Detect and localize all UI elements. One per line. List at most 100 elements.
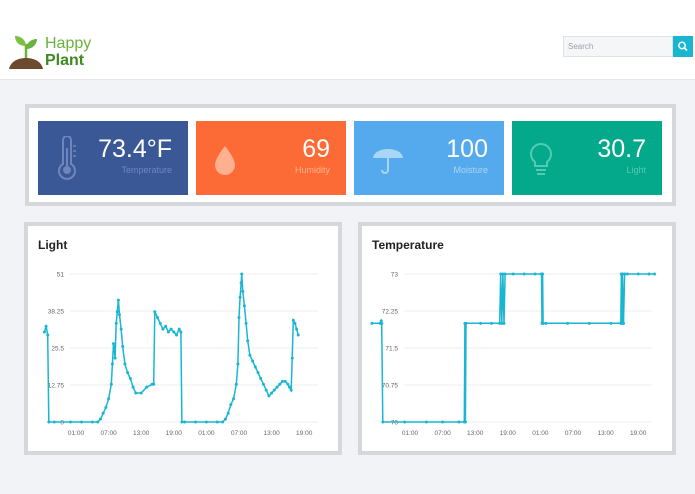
data-point	[622, 321, 626, 325]
data-point	[126, 371, 130, 375]
data-point	[215, 420, 219, 424]
data-point	[240, 272, 244, 276]
data-point	[98, 417, 102, 421]
x-tick-label: 19:00	[500, 430, 517, 437]
data-point	[134, 391, 138, 395]
x-tick-label: 19:00	[166, 430, 183, 437]
y-tick-label: 73	[391, 271, 399, 278]
data-point	[237, 316, 241, 320]
droplet-icon	[215, 146, 235, 175]
data-point	[104, 405, 108, 409]
data-point	[221, 420, 225, 424]
data-point	[52, 420, 56, 424]
data-point	[636, 272, 640, 276]
x-tick-label: 13:00	[133, 430, 150, 437]
y-tick-label: 72.25	[382, 308, 399, 315]
data-point	[145, 385, 149, 389]
data-point	[289, 388, 293, 392]
data-point	[156, 316, 159, 320]
data-point	[115, 310, 119, 314]
data-point	[272, 388, 276, 392]
data-point	[253, 365, 257, 369]
data-point	[288, 385, 292, 389]
data-point	[123, 362, 127, 366]
data-point	[121, 345, 125, 349]
data-point	[158, 321, 162, 325]
data-point	[541, 272, 545, 276]
data-point	[179, 330, 183, 334]
data-point	[234, 382, 238, 386]
stats-panel: 73.4°F Temperature 69 Humidity 100 Moist…	[25, 104, 676, 206]
data-point	[463, 420, 467, 424]
x-tick-label: 13:00	[263, 430, 280, 437]
data-point	[379, 319, 383, 323]
data-point	[296, 333, 300, 337]
data-point	[242, 304, 246, 308]
data-point	[441, 420, 445, 424]
y-tick-label: 70.75	[382, 382, 399, 389]
data-point	[96, 420, 100, 424]
x-tick-label: 13:00	[467, 430, 484, 437]
y-tick-label: 71.5	[385, 345, 398, 352]
data-point	[270, 391, 274, 395]
moisture-value: 100	[446, 135, 488, 163]
data-point	[161, 327, 165, 331]
data-point	[267, 394, 271, 398]
data-point	[113, 356, 117, 360]
data-point	[502, 321, 506, 325]
data-point	[623, 272, 627, 276]
y-tick-label: 25.5	[51, 345, 64, 352]
data-point	[172, 330, 176, 334]
lightbulb-icon	[530, 142, 552, 175]
data-point	[566, 321, 570, 325]
light-chart-panel: Light 0 12.75 25.5 38.25 51 01:00 07:00 13:00 19…	[24, 222, 342, 455]
data-point	[541, 321, 545, 325]
sprout-icon[interactable]	[8, 32, 44, 70]
x-tick-label: 13:00	[597, 430, 614, 437]
data-point	[248, 353, 252, 357]
data-point	[380, 321, 384, 325]
data-point	[90, 420, 94, 424]
data-point	[47, 420, 51, 424]
data-point	[180, 420, 184, 424]
x-tick-label: 19:00	[630, 430, 647, 437]
light-card: 30.7 Light	[512, 121, 662, 195]
search-box	[563, 36, 693, 57]
data-point	[241, 289, 245, 293]
search-button[interactable]	[673, 36, 693, 57]
thermometer-icon	[58, 136, 76, 180]
data-point	[164, 324, 168, 328]
data-point	[293, 321, 297, 325]
data-point	[511, 272, 515, 276]
x-tick-label: 01:00	[532, 430, 549, 437]
data-point	[114, 321, 118, 325]
data-point	[609, 321, 613, 325]
data-point	[79, 420, 83, 424]
y-tick-label: 0	[60, 419, 64, 426]
data-point	[424, 420, 428, 424]
data-point	[238, 295, 242, 299]
data-point	[533, 272, 537, 276]
light-label: Light	[626, 165, 646, 175]
data-point	[204, 420, 208, 424]
humidity-label: Humidity	[294, 165, 330, 175]
data-point	[117, 313, 121, 317]
search-input[interactable]	[563, 36, 673, 57]
data-point	[107, 397, 111, 401]
data-point	[226, 411, 230, 415]
moisture-label: Moisture	[453, 165, 488, 175]
data-point	[128, 376, 132, 380]
humidity-card: 69 Humidity	[196, 121, 346, 195]
x-tick-label: 19:00	[296, 430, 313, 437]
data-point	[647, 272, 651, 276]
data-point	[251, 359, 255, 363]
data-point	[587, 321, 591, 325]
brand-name[interactable]: Happy Plant	[45, 35, 91, 69]
temperature-label: Temperature	[121, 165, 172, 175]
data-point	[119, 327, 123, 331]
humidity-value: 69	[302, 135, 330, 163]
data-point	[275, 385, 279, 389]
data-point	[280, 379, 284, 383]
data-point	[223, 417, 227, 421]
x-tick-label: 07:00	[100, 430, 117, 437]
